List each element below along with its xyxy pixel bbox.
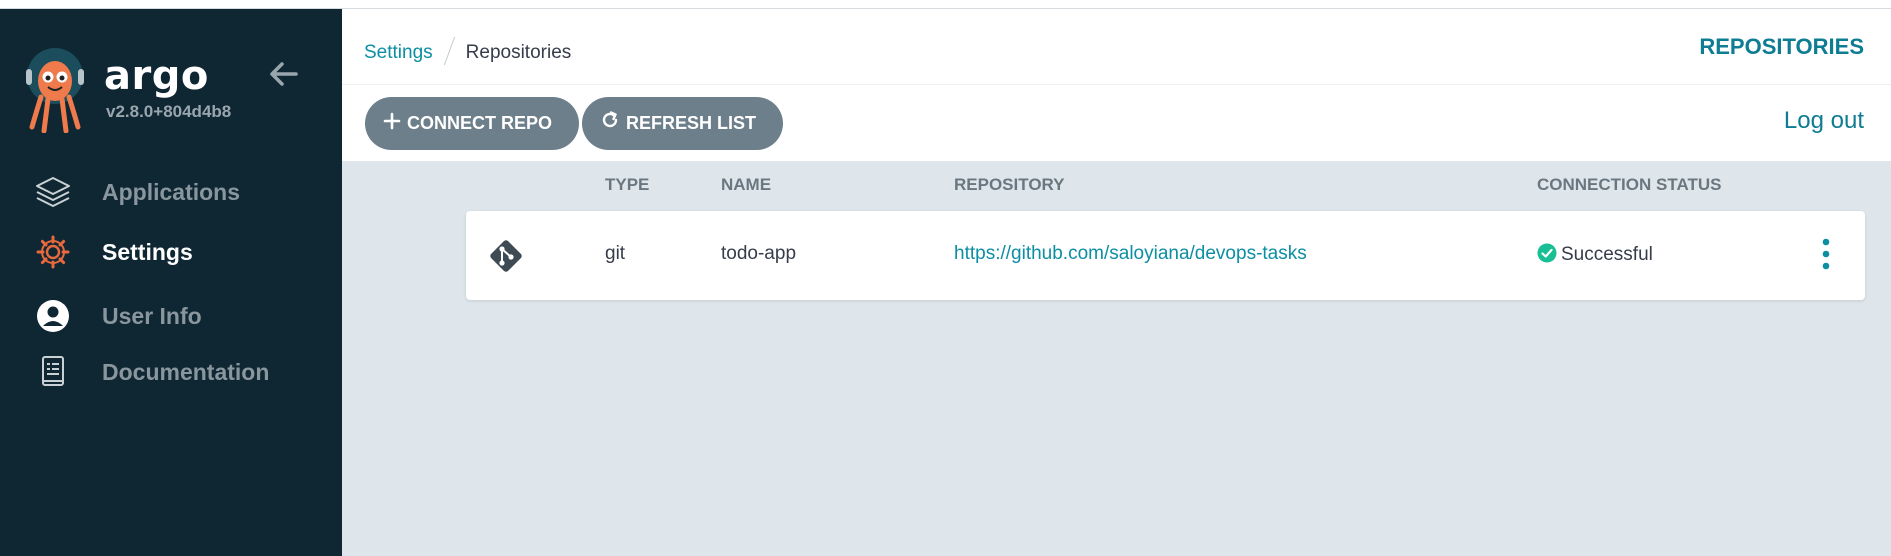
layers-icon bbox=[34, 175, 72, 209]
repo-type: git bbox=[605, 243, 626, 264]
row-actions-menu-button[interactable] bbox=[1818, 237, 1834, 271]
column-header-name: NAME bbox=[721, 175, 772, 194]
column-header-repository: REPOSITORY bbox=[954, 175, 1065, 194]
breadcrumb: Settings Repositories bbox=[364, 36, 571, 66]
check-circle-icon bbox=[1537, 243, 1557, 269]
sidebar: argo v2.8.0+804d4b8 Applications Setting… bbox=[0, 9, 342, 556]
git-icon bbox=[486, 236, 526, 276]
column-header-type: TYPE bbox=[605, 175, 650, 194]
breadcrumb-settings[interactable]: Settings bbox=[364, 42, 433, 63]
book-icon bbox=[34, 355, 72, 389]
plus-icon bbox=[383, 98, 401, 151]
collapse-sidebar-button[interactable] bbox=[266, 57, 300, 91]
repo-url-link[interactable]: https://github.com/saloyiana/devops-task… bbox=[954, 243, 1307, 265]
refresh-list-button[interactable]: REFRESH LIST bbox=[582, 97, 783, 150]
app-version: v2.8.0+804d4b8 bbox=[106, 102, 232, 121]
sidebar-item-label: Documentation bbox=[102, 359, 270, 385]
repo-name: todo-app bbox=[721, 243, 797, 264]
sidebar-item-label: User Info bbox=[102, 303, 202, 329]
sidebar-item-settings[interactable]: Settings bbox=[0, 227, 342, 277]
column-header-connection-status: CONNECTION STATUS bbox=[1537, 175, 1722, 194]
sidebar-item-label: Settings bbox=[102, 239, 193, 265]
connect-repo-label: CONNECT REPO bbox=[407, 113, 553, 133]
refresh-icon bbox=[600, 98, 620, 151]
kebab-icon bbox=[1822, 238, 1830, 270]
status-text: Successful bbox=[1561, 244, 1653, 265]
user-circle-icon bbox=[34, 299, 72, 333]
sidebar-item-applications[interactable]: Applications bbox=[0, 167, 342, 217]
header-divider bbox=[342, 84, 1891, 85]
gear-icon bbox=[34, 235, 72, 269]
table-row[interactable]: git todo-app https://github.com/saloyian… bbox=[466, 211, 1865, 300]
arrow-left-icon bbox=[270, 62, 298, 86]
breadcrumb-separator bbox=[443, 36, 455, 66]
top-border bbox=[0, 0, 1891, 9]
sidebar-item-user-info[interactable]: User Info bbox=[0, 291, 342, 341]
logout-link[interactable]: Log out bbox=[1784, 107, 1864, 135]
app-name: argo bbox=[104, 53, 209, 99]
sidebar-item-label: Applications bbox=[102, 179, 241, 205]
refresh-list-label: REFRESH LIST bbox=[626, 113, 757, 133]
sidebar-item-documentation[interactable]: Documentation bbox=[0, 347, 342, 397]
connect-repo-button[interactable]: CONNECT REPO bbox=[365, 97, 579, 150]
argo-logo bbox=[26, 47, 84, 134]
connection-status: Successful bbox=[1537, 243, 1653, 269]
page-title: REPOSITORIES bbox=[1699, 34, 1864, 59]
breadcrumb-repositories: Repositories bbox=[465, 42, 572, 63]
